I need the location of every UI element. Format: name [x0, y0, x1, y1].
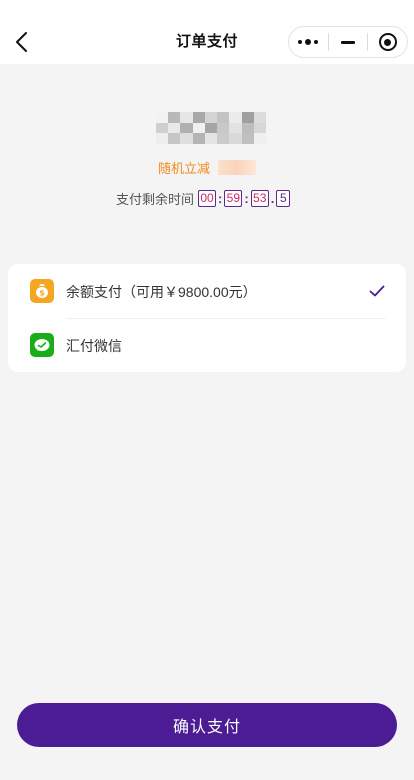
check-icon	[369, 285, 385, 297]
payment-method-label: 余额支付（可用￥9800.00元）	[66, 284, 257, 300]
minimize-button[interactable]	[329, 27, 368, 57]
close-program-button[interactable]	[368, 27, 407, 57]
order-amount-redacted	[156, 112, 266, 144]
payment-method-wechat[interactable]: 汇付微信	[8, 318, 406, 372]
discount-amount-redacted	[218, 159, 257, 175]
countdown-minutes: 59	[224, 189, 243, 207]
mini-program-capsule	[288, 26, 408, 58]
discount-label: 随机立减	[158, 160, 211, 176]
discount-row: 随机立减	[158, 158, 257, 176]
target-icon	[378, 33, 397, 51]
countdown-tenths: 5	[276, 189, 291, 207]
countdown-hours: 00	[198, 189, 217, 207]
more-button[interactable]	[289, 27, 328, 57]
countdown-seconds: 53	[250, 189, 269, 207]
payment-method-balance[interactable]: $ 余额支付（可用￥9800.00元）	[8, 264, 406, 318]
navigation-bar: 订单支付	[0, 0, 414, 64]
minimize-icon	[340, 40, 355, 44]
wallet-icon: $	[30, 279, 54, 303]
more-dots-icon	[298, 39, 319, 45]
svg-text:$: $	[39, 289, 45, 298]
payment-method-list: $ 余额支付（可用￥9800.00元） 汇付微信	[8, 264, 406, 372]
payment-method-label: 汇付微信	[66, 338, 122, 354]
confirm-payment-button[interactable]: 确认支付	[17, 703, 397, 747]
countdown-row: 支付剩余时间 00 : 59 : 53 . 5	[116, 188, 291, 208]
countdown-label: 支付剩余时间	[116, 191, 195, 207]
wechat-icon	[30, 333, 54, 357]
